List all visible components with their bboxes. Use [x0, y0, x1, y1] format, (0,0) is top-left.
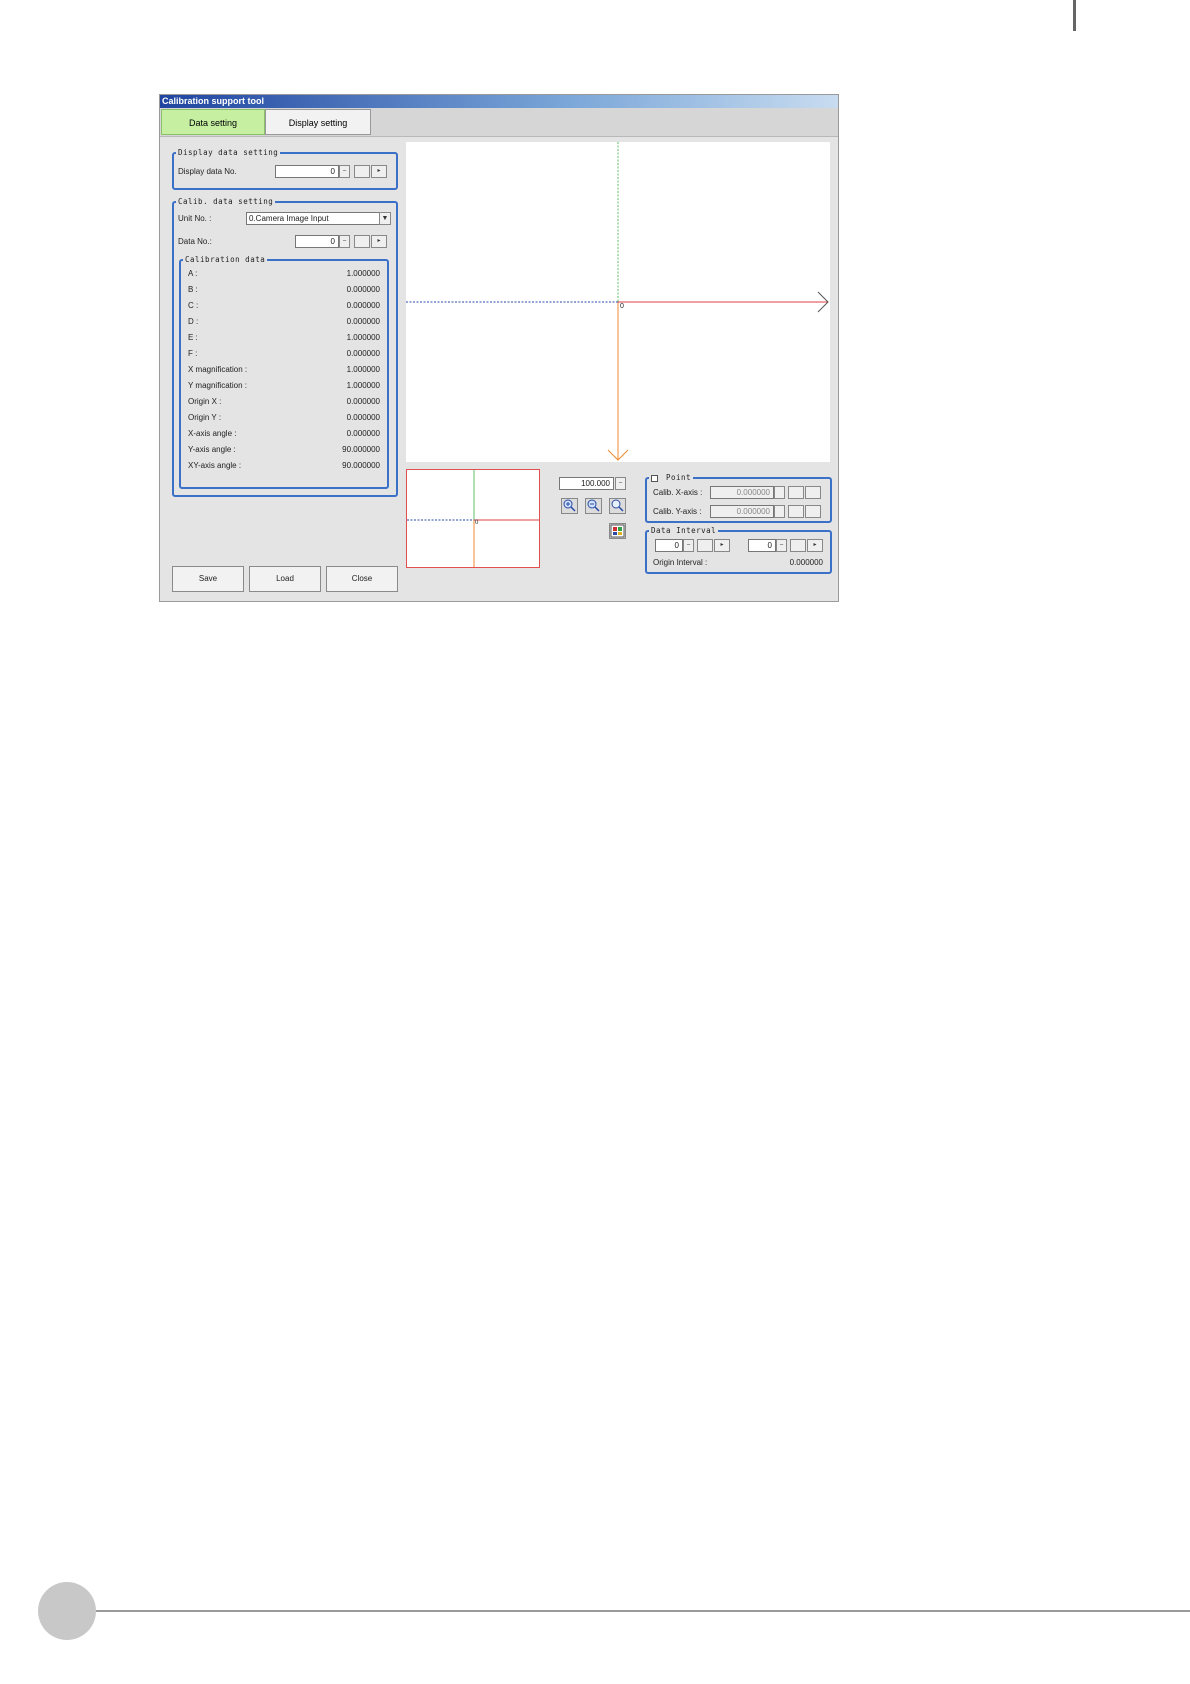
calibration-row-label: Origin Y : — [188, 413, 222, 422]
calib-x-axis-label: Calib. X-axis : — [653, 488, 703, 497]
display-data-prev-button[interactable] — [354, 165, 370, 178]
data-no-prev-button[interactable] — [354, 235, 370, 248]
calib-y-decrement-button[interactable] — [774, 505, 785, 518]
crop-mark — [1073, 0, 1076, 31]
point-checkbox[interactable] — [651, 474, 658, 482]
mini-view-axes — [407, 470, 539, 567]
data-interval-left-next-button[interactable]: ▸ — [714, 539, 730, 552]
calibration-row-value: 0.000000 — [346, 397, 380, 406]
calib-y-prev-button[interactable] — [788, 505, 804, 518]
unit-no-label: Unit No. : — [178, 214, 212, 223]
data-interval-right-input[interactable]: 0 — [748, 539, 776, 552]
data-interval-left-prev-button[interactable] — [697, 539, 713, 552]
close-button[interactable]: Close — [326, 566, 398, 592]
calibration-row-value: 0.000000 — [346, 317, 380, 326]
calibration-row-label: D : — [188, 317, 199, 326]
calibration-row-label: Origin X : — [188, 397, 222, 406]
calib-data-setting-legend: Calib. data setting — [178, 197, 274, 206]
unit-no-dropdown-button[interactable]: ▼ — [379, 212, 391, 225]
display-image-icon — [610, 524, 625, 538]
data-interval-legend: Data Interval — [651, 526, 717, 535]
main-view-canvas[interactable]: 0 — [406, 142, 830, 462]
display-data-setting-legend: Display data setting — [178, 148, 279, 157]
calib-x-prev-button[interactable] — [788, 486, 804, 499]
zoom-fit-button[interactable] — [609, 498, 626, 514]
display-data-no-decrement-button[interactable]: – — [339, 165, 350, 178]
calibration-support-window: Calibration support tool Data setting Di… — [159, 94, 839, 602]
calib-x-decrement-button[interactable] — [774, 486, 785, 499]
data-interval-left-decrement-button[interactable]: – — [683, 539, 694, 552]
calibration-row-value: 1.000000 — [346, 365, 380, 374]
data-no-label: Data No.: — [178, 237, 212, 246]
display-data-no-input[interactable]: 0 — [275, 165, 339, 178]
data-interval-right-decrement-button[interactable]: – — [776, 539, 787, 552]
chevron-down-icon: ▼ — [381, 215, 389, 222]
calibration-row-label: C : — [188, 301, 199, 310]
data-interval-right-next-button[interactable]: ▸ — [807, 539, 823, 552]
calibration-row-label: Y-axis angle : — [188, 445, 236, 454]
data-interval-right-prev-button[interactable] — [790, 539, 806, 552]
zoom-input[interactable]: 100.000 — [559, 477, 614, 490]
calibration-row-value: 1.000000 — [346, 269, 380, 278]
calibration-row-label: X magnification : — [188, 365, 248, 374]
calibration-row-value: 90.000000 — [342, 461, 380, 470]
calibration-row-label: Y magnification : — [188, 381, 247, 390]
data-no-decrement-button[interactable]: – — [339, 235, 350, 248]
calib-y-next-button[interactable] — [805, 505, 821, 518]
zoom-decrement-button[interactable]: – — [615, 477, 626, 490]
mini-origin-label: 0 — [475, 520, 479, 526]
zoom-out-icon — [587, 499, 600, 512]
load-button[interactable]: Load — [249, 566, 321, 592]
origin-interval-value: 0.000000 — [789, 558, 823, 567]
calibration-row-label: E : — [188, 333, 198, 342]
calibration-row-label: XY-axis angle : — [188, 461, 242, 470]
display-image-button[interactable] — [609, 523, 626, 539]
point-legend: Point — [649, 473, 693, 482]
point-legend-label: Point — [666, 473, 692, 482]
zoom-in-icon — [563, 499, 576, 512]
calib-y-axis-input[interactable]: 0.000000 — [710, 505, 774, 518]
calibration-row-label: X-axis angle : — [188, 429, 237, 438]
unit-no-select[interactable]: 0.Camera Image Input — [246, 212, 382, 225]
origin-interval-label: Origin Interval : — [653, 558, 708, 567]
zoom-in-button[interactable] — [561, 498, 578, 514]
tab-display-setting[interactable]: Display setting — [265, 109, 371, 135]
page-number-circle — [38, 1582, 96, 1640]
zoom-out-button[interactable] — [585, 498, 602, 514]
tab-strip: Data setting Display setting — [160, 108, 838, 137]
window-title: Calibration support tool — [160, 95, 838, 108]
display-data-next-button[interactable]: ▸ — [371, 165, 387, 178]
calibration-data-legend: Calibration data — [185, 255, 266, 264]
calibration-row-value: 0.000000 — [346, 349, 380, 358]
data-interval-left-input[interactable]: 0 — [655, 539, 683, 552]
save-button[interactable]: Save — [172, 566, 244, 592]
tab-data-setting[interactable]: Data setting — [161, 109, 265, 135]
calibration-row-value: 0.000000 — [346, 285, 380, 294]
calib-y-axis-label: Calib. Y-axis : — [653, 507, 702, 516]
calibration-row-value: 0.000000 — [346, 301, 380, 310]
calibration-row-label: B : — [188, 285, 198, 294]
data-no-next-button[interactable]: ▸ — [371, 235, 387, 248]
calibration-row-value: 1.000000 — [346, 333, 380, 342]
mini-view-canvas[interactable]: 0 — [406, 469, 540, 568]
calibration-row-label: F : — [188, 349, 198, 358]
calib-x-next-button[interactable] — [805, 486, 821, 499]
calibration-row-value: 90.000000 — [342, 445, 380, 454]
calibration-row-value: 0.000000 — [346, 413, 380, 422]
zoom-fit-icon — [611, 499, 624, 512]
main-view-axes — [406, 142, 829, 461]
calibration-row-label: A : — [188, 269, 198, 278]
calibration-row-value: 0.000000 — [346, 429, 380, 438]
footer-rule — [96, 1610, 1190, 1612]
main-origin-label: 0 — [620, 303, 624, 310]
data-no-input[interactable]: 0 — [295, 235, 339, 248]
calib-x-axis-input[interactable]: 0.000000 — [710, 486, 774, 499]
display-data-no-label: Display data No. — [178, 167, 237, 176]
calibration-row-value: 1.000000 — [346, 381, 380, 390]
